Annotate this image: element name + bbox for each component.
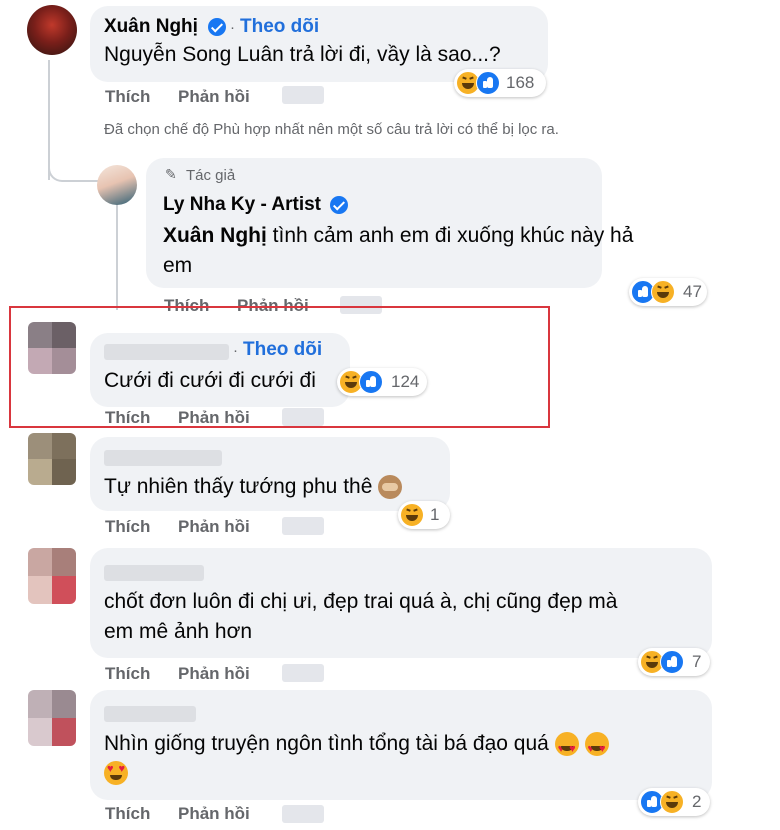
comment-text-line: em: [163, 254, 193, 277]
mentioned-user-tag[interactable]: Xuân Nghị: [163, 224, 267, 247]
reply-link[interactable]: Phản hồi: [178, 804, 250, 824]
reply-link[interactable]: Phản hồi: [178, 517, 250, 537]
like-link[interactable]: Thích: [105, 804, 150, 824]
avatar[interactable]: [28, 548, 76, 604]
timestamp[interactable]: [282, 517, 324, 535]
reaction-summary[interactable]: 7: [638, 648, 710, 676]
avatar[interactable]: [97, 165, 137, 205]
reply-link[interactable]: Phản hồi: [178, 664, 250, 684]
avatar[interactable]: [28, 433, 76, 485]
heart-eyes-icon: [554, 732, 579, 764]
verified-badge-icon: [208, 18, 226, 36]
comment-text-line: Nhìn giống truyện ngôn tình tổng tài bá …: [104, 732, 549, 755]
reaction-count: 2: [692, 792, 702, 811]
comment-author[interactable]: Ly Nha Ky - Artist: [163, 194, 321, 216]
comment-text: Tự nhiên thấy tướng phu thê: [104, 472, 403, 502]
commenter-name-blurred[interactable]: [104, 344, 229, 360]
reaction-summary[interactable]: 47: [629, 278, 707, 306]
author-badge: Tác giả: [186, 167, 236, 184]
comment-text-line: Tự nhiên thấy tướng phu thê: [104, 475, 373, 498]
like-reaction-icon: [476, 71, 500, 95]
follow-link[interactable]: Theo dõi: [243, 339, 322, 361]
comment-text: Cưới đi cưới đi cưới đi: [104, 369, 316, 392]
comment-text-line: em mê ảnh hơn: [104, 620, 253, 643]
comment-text-line: [104, 761, 128, 785]
avatar[interactable]: [27, 5, 77, 55]
separator-dot: ·: [230, 19, 235, 36]
like-reaction-icon: [359, 370, 383, 394]
like-link[interactable]: Thích: [105, 664, 150, 684]
reaction-count: 7: [692, 652, 702, 671]
see-no-evil-monkey-icon: [378, 475, 403, 500]
haha-reaction-icon: [400, 503, 424, 527]
comment-text-line: chốt đơn luôn đi chị ưi, đẹp trai quá à,…: [104, 590, 618, 613]
reaction-count: 1: [430, 505, 440, 524]
like-link[interactable]: Thích: [105, 517, 150, 537]
filter-notice: Đã chọn chế độ Phù hợp nhất nên một số c…: [104, 121, 559, 138]
comment-text: Nhìn giống truyện ngôn tình tổng tài bá …: [104, 729, 609, 764]
reaction-summary[interactable]: 124: [337, 368, 427, 396]
follow-link[interactable]: Theo dõi: [240, 16, 319, 38]
reaction-summary[interactable]: 168: [454, 69, 546, 97]
timestamp[interactable]: [282, 805, 324, 823]
comment-author[interactable]: Xuân Nghị: [104, 16, 198, 38]
avatar[interactable]: [28, 690, 76, 746]
like-reaction-icon: [660, 650, 684, 674]
reaction-summary[interactable]: 1: [398, 501, 450, 529]
heart-eyes-icon: [104, 761, 128, 785]
haha-reaction-icon: [660, 790, 684, 814]
pencil-icon: ✎: [165, 166, 177, 182]
reply-link[interactable]: Phản hồi: [178, 408, 250, 428]
like-link[interactable]: Thích: [105, 408, 150, 428]
avatar[interactable]: [28, 322, 76, 374]
reaction-count: 168: [506, 73, 535, 92]
timestamp[interactable]: [282, 408, 324, 426]
separator-dot: ·: [233, 342, 238, 359]
heart-eyes-icon: [584, 732, 609, 764]
commenter-name-blurred[interactable]: [104, 706, 196, 722]
timestamp[interactable]: [282, 86, 324, 104]
commenter-name-blurred[interactable]: [104, 565, 204, 581]
comment-text: Nguyễn Song Luân trả lời đi, vầy là sao.…: [104, 43, 501, 66]
timestamp[interactable]: [282, 664, 324, 682]
thread-line-reply: [116, 200, 118, 310]
comment-text-line: tình cảm anh em đi xuống khúc này hả: [266, 224, 634, 247]
reply-link[interactable]: Phản hồi: [178, 87, 250, 107]
reaction-count: 124: [391, 372, 420, 391]
reaction-summary[interactable]: 2: [638, 788, 710, 816]
verified-badge-icon: [330, 196, 348, 214]
comment-text: Xuân Nghị tình cảm anh em đi xuống khúc …: [163, 221, 633, 251]
like-link[interactable]: Thích: [105, 87, 150, 107]
commenter-name-blurred[interactable]: [104, 450, 222, 466]
haha-reaction-icon: [651, 280, 675, 304]
reaction-count: 47: [683, 282, 702, 301]
